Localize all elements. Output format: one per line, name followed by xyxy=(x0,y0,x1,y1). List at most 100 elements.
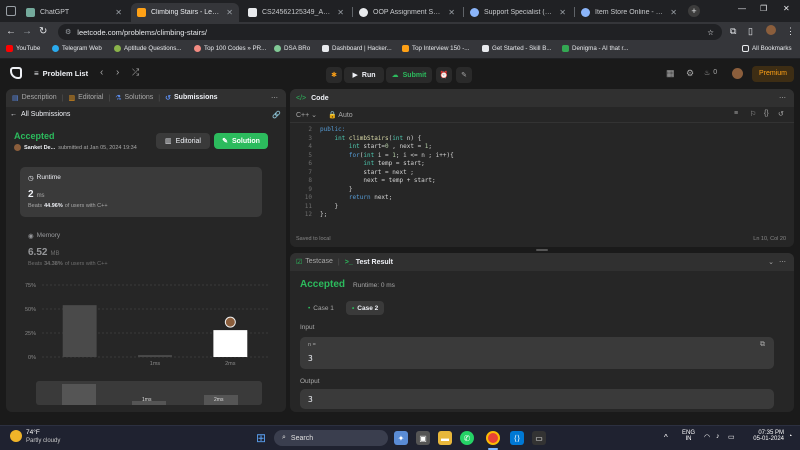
layout-grid-icon[interactable]: ▦ xyxy=(666,68,675,79)
tab-admit-card[interactable]: CS24562125349_AdmitCard ✕ xyxy=(242,3,350,22)
memory-card[interactable]: ◉ Memory 6.52 MB Beats 34.38% of users with … xyxy=(20,225,262,275)
close-icon[interactable]: ✕ xyxy=(115,8,122,17)
side-panel-icon[interactable]: ▯ xyxy=(748,26,753,37)
wifi-icon[interactable]: ◠ xyxy=(704,433,710,441)
settings-gear-icon[interactable]: ⚙ xyxy=(686,68,694,79)
case-2-tab[interactable]: • Case 2 xyxy=(346,301,385,315)
bookmark-youtube[interactable]: YouTube xyxy=(6,45,40,52)
username[interactable]: Sanket De... xyxy=(24,145,55,151)
align-icon[interactable]: ≡ xyxy=(734,110,738,117)
tab-submissions[interactable]: ↺ Submissions xyxy=(165,94,217,102)
problem-list-button[interactable]: ≡ Problem List xyxy=(34,69,88,78)
whatsapp-icon[interactable]: ✆ xyxy=(460,431,474,445)
close-icon[interactable]: ✕ xyxy=(670,8,677,17)
new-tab-button[interactable]: + xyxy=(688,5,700,17)
tab-test-result[interactable]: >_ Test Result xyxy=(345,259,393,266)
format-braces-icon[interactable]: {} xyxy=(764,110,769,117)
maximize-icon[interactable]: ❐ xyxy=(760,4,767,13)
window-close-icon[interactable]: ✕ xyxy=(783,4,790,13)
tab-testcase[interactable]: ☑ Testcase xyxy=(296,258,333,266)
copilot-icon[interactable]: ✦ xyxy=(394,431,408,445)
tab-editorial[interactable]: ▥ Editorial xyxy=(68,94,103,102)
weather-sun-icon[interactable] xyxy=(10,430,22,442)
tab-solutions[interactable]: ⚗ Solutions xyxy=(115,94,153,102)
streak-counter[interactable]: ♨ 0 xyxy=(704,69,717,77)
tab-chatgpt[interactable]: ChatGPT ✕ xyxy=(20,3,128,22)
more-icon[interactable]: ⋯ xyxy=(779,94,786,102)
next-problem-icon[interactable]: › xyxy=(116,67,119,78)
shuffle-icon[interactable]: ⤮ xyxy=(132,67,139,78)
close-icon[interactable]: ✕ xyxy=(559,8,566,17)
menu-kebab-icon[interactable]: ⋮ xyxy=(786,26,795,37)
chart-bar-2ms[interactable] xyxy=(213,330,248,357)
link-icon[interactable]: 🔗 xyxy=(272,111,281,119)
site-info-icon[interactable]: ⚙ xyxy=(65,28,71,36)
minimize-icon[interactable]: — xyxy=(738,4,746,13)
case-1-tab[interactable]: • Case 1 xyxy=(302,301,340,315)
close-icon[interactable]: ✕ xyxy=(226,8,233,17)
notes-button[interactable]: ✎ xyxy=(456,67,472,83)
battery-icon[interactable]: ▭ xyxy=(728,433,735,441)
language-indicator[interactable]: ENG IN xyxy=(682,430,695,442)
chrome-icon[interactable] xyxy=(486,431,500,445)
user-avatar[interactable] xyxy=(732,68,743,79)
task-view-icon[interactable]: ▣ xyxy=(416,431,430,445)
extensions-icon[interactable]: ⧉ xyxy=(730,26,736,37)
user-avatar[interactable] xyxy=(14,144,21,151)
terminal-icon[interactable]: ▭ xyxy=(532,431,546,445)
clock[interactable]: 07:35 PM 05-01-2024 xyxy=(744,430,784,442)
editorial-button[interactable]: ▥ Editorial xyxy=(156,133,210,149)
reload-icon[interactable]: ↻ xyxy=(39,26,47,37)
bookmark-skill[interactable]: Get Started - Skill B... xyxy=(482,45,552,52)
tray-overflow-icon[interactable]: ^ xyxy=(664,433,668,442)
weather-desc[interactable]: Partly cloudy xyxy=(26,438,60,444)
all-bookmarks[interactable]: All Bookmarks xyxy=(742,45,792,52)
back-icon[interactable]: ← xyxy=(6,26,16,37)
tab-item-store[interactable]: Item Store Online - Buy It ✕ xyxy=(575,3,683,22)
timer-button[interactable]: ⏰ xyxy=(436,67,452,83)
code-area[interactable]: 2 public: 3 int climbStairs(int n) {4 int … xyxy=(290,126,794,226)
volume-icon[interactable]: ♪ xyxy=(716,433,720,440)
runtime-card[interactable]: ◷ Runtime 2 ms Beats 44.96% of users with C+… xyxy=(20,167,262,217)
tab-search-icon[interactable] xyxy=(6,6,16,16)
chart-bar-0ms[interactable] xyxy=(62,305,97,357)
tab-description[interactable]: ▤ Description xyxy=(12,94,57,102)
more-icon[interactable]: ⋯ xyxy=(271,94,278,102)
reset-icon[interactable]: ↺ xyxy=(778,110,784,118)
resize-handle[interactable] xyxy=(536,249,548,251)
solution-button[interactable]: ✎ Solution xyxy=(214,133,268,149)
bookmark-icon[interactable]: ⚐ xyxy=(750,110,756,118)
tab-oop-assignment[interactable]: OOP Assignment SP18-BS ✕ xyxy=(353,3,461,22)
leetcode-logo-icon[interactable] xyxy=(10,67,22,79)
chart-range-navigator[interactable]: 1ms 2ms xyxy=(36,381,262,405)
tab-leetcode[interactable]: Climbing Stairs - LeetCode ✕ xyxy=(131,3,239,22)
bookmark-hackerrank[interactable]: Dashboard | Hacker... xyxy=(322,45,392,52)
weather-temp[interactable]: 74°F xyxy=(26,429,40,436)
submit-button[interactable]: ☁ Submit xyxy=(386,67,432,83)
close-icon[interactable]: ✕ xyxy=(448,8,455,17)
profile-avatar[interactable] xyxy=(766,25,776,35)
tab-support-specialist[interactable]: Support Specialist (Suppo ✕ xyxy=(464,3,572,22)
notification-bell-icon[interactable]: ◔ xyxy=(788,433,792,440)
windows-start-icon[interactable]: ⊞ xyxy=(254,431,268,445)
file-explorer-icon[interactable]: ▬ xyxy=(438,431,452,445)
auto-toggle[interactable]: 🔒 Auto xyxy=(328,111,353,119)
copy-icon[interactable]: ⧉ xyxy=(760,341,765,349)
run-button[interactable]: ▶ Run xyxy=(344,67,384,83)
bookmark-aptitude[interactable]: Aptitude Questions... xyxy=(114,45,181,52)
language-select[interactable]: C++ ⌄ xyxy=(296,111,317,119)
bookmark-top100[interactable]: Top 100 Codes » PR... xyxy=(194,45,266,52)
bookmark-telegram[interactable]: Telegram Web xyxy=(52,45,102,52)
collapse-icon[interactable]: ⌄ xyxy=(768,258,774,266)
star-bookmark-icon[interactable]: ☆ xyxy=(707,28,714,37)
debug-button[interactable]: ✱ xyxy=(326,67,342,83)
all-submissions-link[interactable]: ← All Submissions xyxy=(10,111,70,118)
taskbar-search[interactable]: ⌕ Search xyxy=(274,430,388,446)
premium-button[interactable]: Premium xyxy=(752,66,794,82)
close-icon[interactable]: ✕ xyxy=(337,8,344,17)
bookmark-denigma[interactable]: Denigma - AI that r... xyxy=(562,45,628,52)
more-icon[interactable]: ⋯ xyxy=(779,258,786,266)
vscode-icon[interactable]: ⟨⟩ xyxy=(510,431,524,445)
bookmark-top-interview[interactable]: Top Interview 150 -... xyxy=(402,45,469,52)
prev-problem-icon[interactable]: ‹ xyxy=(100,67,103,78)
